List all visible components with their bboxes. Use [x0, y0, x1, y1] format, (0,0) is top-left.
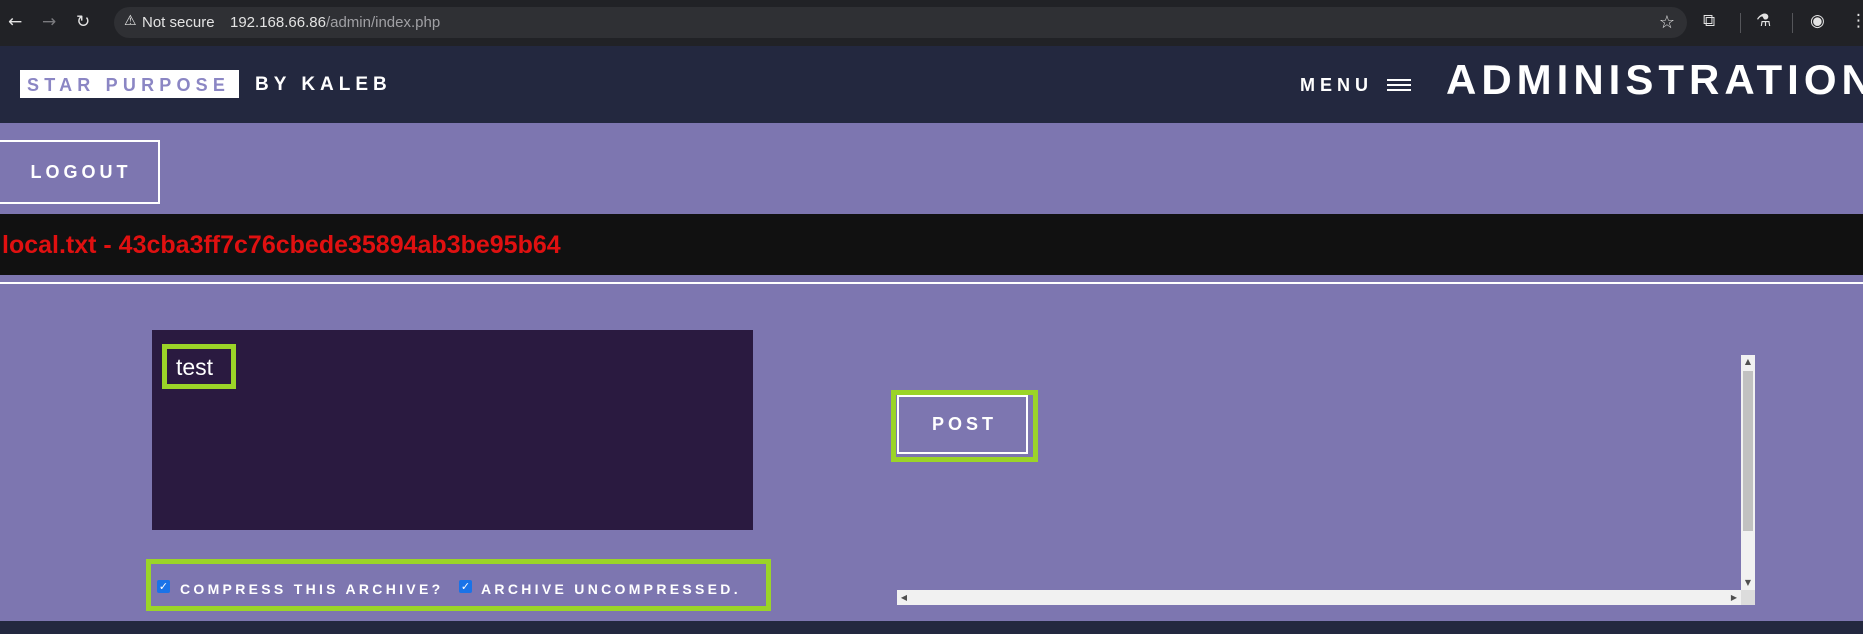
- bookmark-star-icon[interactable]: ☆: [1659, 12, 1675, 33]
- scroll-down-icon[interactable]: ▼: [1741, 576, 1755, 590]
- brand-name: STAR PURPOSE: [27, 75, 231, 95]
- extensions-icon[interactable]: ⧉: [1703, 11, 1715, 31]
- forward-arrow-icon[interactable]: →: [42, 12, 56, 32]
- message-textarea[interactable]: [152, 330, 753, 530]
- browser-toolbar: ← → ↻ ⚠ Not secure 192.168.66.86/admin/i…: [0, 0, 1863, 46]
- footer-band: [0, 621, 1863, 634]
- horizontal-scrollbar[interactable]: [897, 590, 1755, 605]
- url-path: /admin/index.php: [325, 14, 441, 31]
- site-header: STAR PURPOSE BY KALEB MENU ADMINISTRATIO…: [0, 46, 1863, 123]
- flag-text: local.txt - 43cba3ff7c76cbede35894ab3be9…: [2, 231, 561, 259]
- page-title: ADMINISTRATION: [1446, 56, 1863, 103]
- url-text[interactable]: 192.168.66.86/admin/index.php: [230, 14, 440, 31]
- brand-suffix: BY KALEB: [255, 74, 392, 95]
- flag-banner: local.txt - 43cba3ff7c76cbede35894ab3be9…: [0, 214, 1863, 275]
- address-bar[interactable]: ⚠ Not secure 192.168.66.86/admin/index.p…: [114, 7, 1687, 38]
- back-arrow-icon[interactable]: ←: [8, 12, 22, 32]
- uncompressed-label: ARCHIVE UNCOMPRESSED.: [481, 581, 741, 597]
- reload-icon[interactable]: ↻: [76, 12, 90, 32]
- toolbar-divider: [1740, 13, 1741, 33]
- brand-logo[interactable]: STAR PURPOSE: [20, 70, 239, 98]
- compress-checkbox[interactable]: ✓: [157, 580, 170, 593]
- compress-label: COMPRESS THIS ARCHIVE?: [180, 581, 444, 597]
- scroll-left-icon[interactable]: ◀: [897, 590, 911, 605]
- uncompressed-checkbox[interactable]: ✓: [459, 580, 472, 593]
- security-label: Not secure: [142, 14, 215, 31]
- textarea-value[interactable]: test: [162, 344, 236, 389]
- scrollbar-corner: [1741, 590, 1755, 605]
- toolbar-divider: [1792, 13, 1793, 33]
- hamburger-icon[interactable]: [1387, 79, 1411, 91]
- more-menu-icon[interactable]: ⋮: [1850, 11, 1863, 31]
- labs-flask-icon[interactable]: ⚗: [1756, 11, 1771, 31]
- vertical-scroll-thumb[interactable]: [1743, 371, 1753, 531]
- url-host: 192.168.66.86: [230, 14, 326, 31]
- logout-button[interactable]: LOGOUT: [0, 140, 160, 204]
- menu-label[interactable]: MENU: [1300, 75, 1373, 96]
- scroll-right-icon[interactable]: ▶: [1727, 590, 1741, 605]
- scroll-up-icon[interactable]: ▲: [1741, 355, 1755, 369]
- post-button[interactable]: POST: [897, 395, 1028, 454]
- profile-icon[interactable]: ◉: [1810, 11, 1825, 31]
- warning-icon: ⚠: [124, 13, 137, 29]
- divider: [0, 282, 1863, 284]
